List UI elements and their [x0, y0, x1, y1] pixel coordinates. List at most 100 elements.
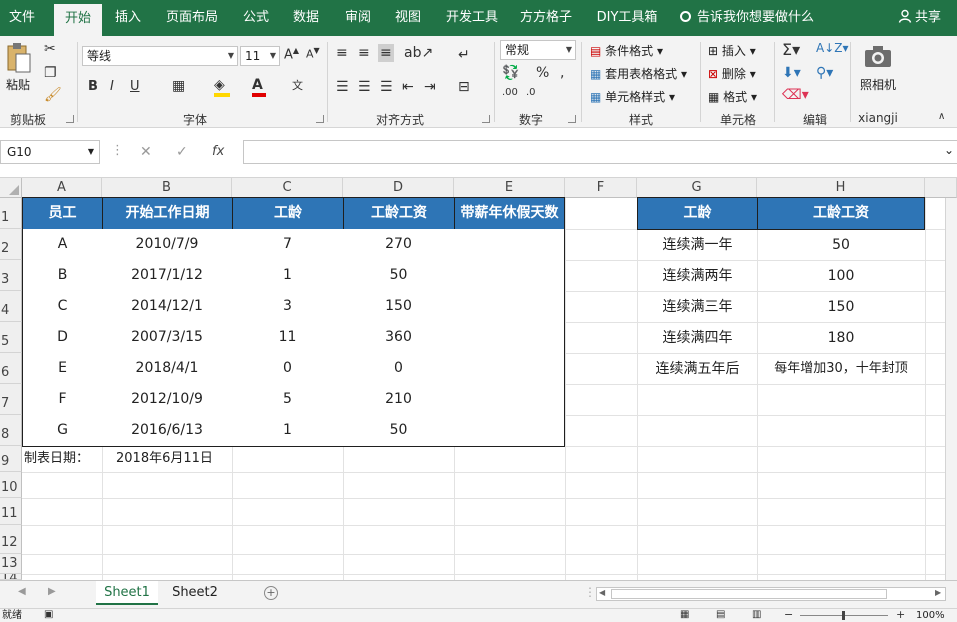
- ref-cell[interactable]: 180: [758, 323, 924, 353]
- scroll-left-icon[interactable]: ◀: [599, 589, 605, 597]
- sort-filter-icon[interactable]: A↓Z▾: [816, 42, 849, 54]
- table-cell[interactable]: 270: [343, 229, 455, 261]
- page-layout-view-icon[interactable]: ▤: [716, 610, 725, 620]
- add-sheet-icon[interactable]: +: [264, 586, 278, 600]
- camera-icon[interactable]: [864, 44, 892, 68]
- normal-view-icon[interactable]: ▦: [680, 610, 689, 620]
- grow-font-icon[interactable]: A▲: [284, 47, 299, 62]
- paste-button[interactable]: 粘贴: [6, 76, 30, 93]
- row-header-11[interactable]: 11: [0, 498, 22, 525]
- decrease-indent-icon[interactable]: ⇤: [402, 80, 414, 94]
- table-cell[interactable]: [454, 415, 565, 447]
- scrollbar-thumb[interactable]: [611, 589, 887, 599]
- table-cell[interactable]: [454, 260, 565, 292]
- zoom-slider-thumb[interactable]: [842, 611, 845, 620]
- share-button[interactable]: 共享: [898, 0, 941, 36]
- zoom-level[interactable]: 100%: [916, 609, 945, 622]
- scroll-left-icon[interactable]: ◀: [18, 587, 26, 597]
- table-cell[interactable]: 0: [343, 353, 455, 385]
- tab-formulas[interactable]: 公式: [236, 0, 276, 36]
- row-header-13[interactable]: 13: [0, 554, 22, 574]
- number-launcher[interactable]: [568, 115, 576, 123]
- cut-icon[interactable]: ✂: [44, 42, 56, 56]
- expand-formula-icon[interactable]: ⌄: [944, 143, 954, 157]
- align-bottom-icon[interactable]: ≡: [378, 44, 394, 62]
- font-color-icon[interactable]: A: [252, 78, 266, 97]
- tab-page-layout[interactable]: 页面布局: [160, 0, 224, 36]
- font-size-combo[interactable]: 11 ▼: [240, 46, 280, 66]
- tab-fangfanggezi[interactable]: 方方格子: [514, 0, 578, 36]
- tab-diy-toolbox[interactable]: DIY工具箱: [590, 0, 664, 36]
- ref-header-cell[interactable]: 工龄工资: [757, 197, 925, 230]
- orientation-icon[interactable]: ab↗: [404, 46, 433, 60]
- table-cell[interactable]: E: [22, 353, 103, 385]
- column-header-a[interactable]: A: [22, 178, 102, 198]
- tab-home[interactable]: 开始: [54, 4, 102, 36]
- row-header-10[interactable]: 10: [0, 472, 22, 498]
- table-header-cell[interactable]: 员工: [22, 197, 103, 230]
- table-header-cell[interactable]: 工龄: [232, 197, 344, 230]
- fill-icon[interactable]: ⬇▾: [782, 66, 801, 80]
- table-cell[interactable]: 1: [232, 260, 344, 292]
- ref-header-cell[interactable]: 工龄: [637, 197, 758, 230]
- row-header-2[interactable]: 2: [0, 229, 22, 260]
- column-header-b[interactable]: B: [102, 178, 232, 198]
- decrease-decimal-icon[interactable]: .0: [526, 88, 536, 98]
- row-header-5[interactable]: 5: [0, 322, 22, 353]
- conditional-format-button[interactable]: ▤ 条件格式 ▾: [590, 42, 663, 59]
- tab-data[interactable]: 数据: [286, 0, 326, 36]
- cancel-icon[interactable]: ✕: [140, 145, 152, 159]
- align-middle-icon[interactable]: ≡: [358, 46, 370, 60]
- row-header-12[interactable]: 12: [0, 525, 22, 554]
- collapse-ribbon-icon[interactable]: ∧: [938, 112, 945, 122]
- column-header-d[interactable]: D: [343, 178, 454, 198]
- table-cell[interactable]: [454, 322, 565, 354]
- copy-icon[interactable]: ❐: [44, 66, 57, 80]
- table-cell[interactable]: 0: [232, 353, 344, 385]
- ref-cell[interactable]: 50: [758, 230, 924, 260]
- tab-developer[interactable]: 开发工具: [440, 0, 504, 36]
- worksheet-grid[interactable]: A B C D E F G H 1 2 3 4 5 6 7 8 9 10 11 …: [0, 178, 957, 580]
- table-cell[interactable]: 3: [232, 291, 344, 323]
- table-cell[interactable]: 50: [343, 260, 455, 292]
- table-cell[interactable]: 1: [232, 415, 344, 447]
- table-cell[interactable]: 360: [343, 322, 455, 354]
- tab-insert[interactable]: 插入: [108, 0, 148, 36]
- table-cell[interactable]: [454, 384, 565, 416]
- column-header-h[interactable]: H: [757, 178, 925, 198]
- horizontal-scrollbar[interactable]: ◀ ▶: [596, 587, 946, 601]
- ref-cell[interactable]: 连续满四年: [638, 323, 757, 353]
- tell-me-search[interactable]: 告诉我你想要做什么: [680, 0, 814, 36]
- increase-indent-icon[interactable]: ⇥: [424, 80, 436, 94]
- cell-styles-button[interactable]: ▦ 单元格样式 ▾: [590, 88, 675, 105]
- table-header-cell[interactable]: 工龄工资: [343, 197, 455, 230]
- number-format-combo[interactable]: 常规 ▼: [500, 40, 576, 60]
- bold-icon[interactable]: B: [88, 80, 98, 93]
- comma-icon[interactable]: ,: [560, 66, 564, 80]
- table-cell[interactable]: 2007/3/15: [102, 322, 233, 354]
- column-header-e[interactable]: E: [454, 178, 565, 198]
- table-cell[interactable]: 2016/6/13: [102, 415, 233, 447]
- column-header-f[interactable]: F: [565, 178, 637, 198]
- table-cell[interactable]: C: [22, 291, 103, 323]
- merge-center-icon[interactable]: ⊟: [458, 80, 470, 94]
- row-header-9[interactable]: 9: [0, 446, 22, 472]
- wrap-text-icon[interactable]: ↵: [458, 48, 470, 62]
- font-launcher[interactable]: [316, 115, 324, 123]
- ref-cell[interactable]: 每年增加30，十年封顶: [758, 354, 924, 384]
- paste-icon[interactable]: [6, 42, 32, 74]
- table-cell[interactable]: A: [22, 229, 103, 261]
- ref-cell[interactable]: 150: [758, 292, 924, 322]
- ref-cell[interactable]: 100: [758, 261, 924, 291]
- ref-cell[interactable]: 连续满一年: [638, 230, 757, 260]
- table-cell[interactable]: [454, 291, 565, 323]
- tab-review[interactable]: 审阅: [338, 0, 378, 36]
- table-cell[interactable]: 11: [232, 322, 344, 354]
- formula-input[interactable]: ⌄: [243, 140, 957, 164]
- column-header-next[interactable]: [925, 178, 957, 198]
- align-right-icon[interactable]: ☰: [380, 80, 393, 94]
- table-cell[interactable]: G: [22, 415, 103, 447]
- zoom-in-icon[interactable]: +: [896, 609, 905, 620]
- macro-record-icon[interactable]: ▣: [44, 610, 53, 620]
- row-header-7[interactable]: 7: [0, 384, 22, 415]
